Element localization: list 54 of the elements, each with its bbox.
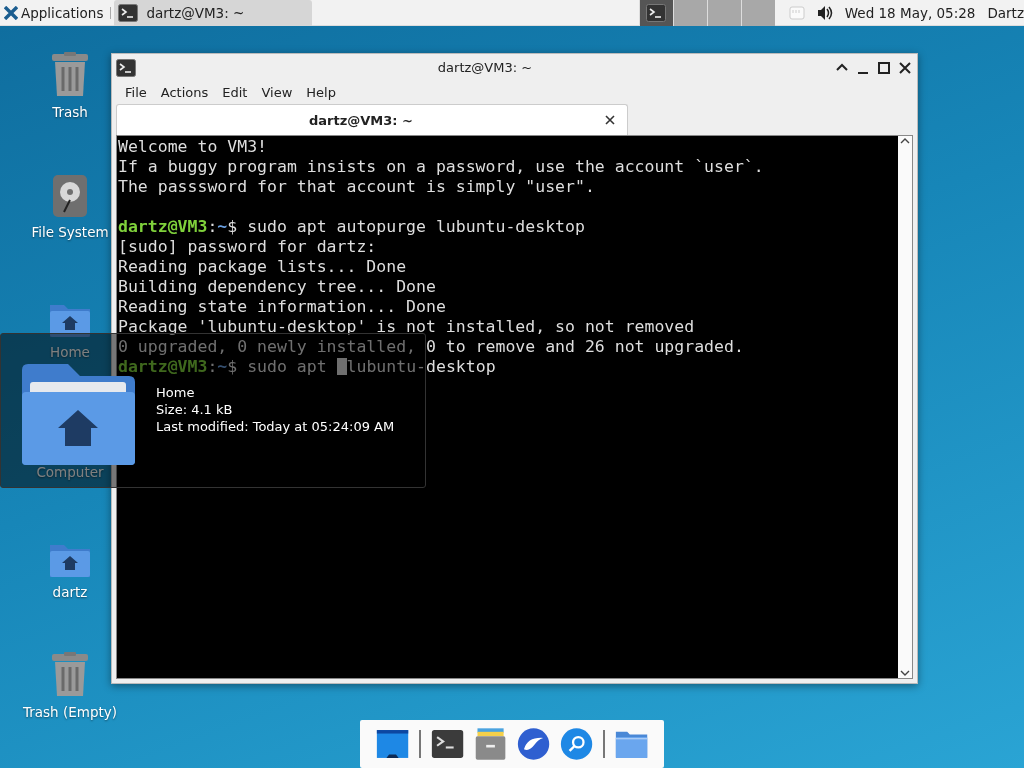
close-button[interactable] bbox=[897, 59, 913, 76]
tooltip-detail: Last modified: Today at 05:24:09 AM bbox=[156, 418, 395, 435]
app-menu-icon bbox=[4, 5, 18, 20]
volume-icon[interactable] bbox=[816, 4, 833, 21]
desktop-icon-label[interactable]: Trash (Empty) bbox=[22, 704, 117, 720]
user-name[interactable]: Dartz bbox=[987, 4, 1024, 21]
terminal-output-line: Reading state information... Done bbox=[118, 297, 447, 317]
browser-icon[interactable] bbox=[517, 725, 551, 763]
menu-item[interactable]: View bbox=[254, 84, 300, 100]
window-title: dartz@VM3: ~ bbox=[436, 60, 534, 75]
close-tab-icon[interactable] bbox=[605, 115, 615, 125]
clock[interactable]: Wed 18 May, 05:28 bbox=[844, 4, 976, 21]
menu-item[interactable]: Help bbox=[299, 84, 343, 100]
applications-menu[interactable]: Applications bbox=[0, 0, 108, 26]
command-text: sudo apt autopurge lubuntu-desktop bbox=[247, 217, 585, 236]
desktop-icon-label[interactable]: File System bbox=[31, 224, 109, 240]
file-cabinet-icon[interactable] bbox=[473, 725, 507, 763]
scroll-down-icon[interactable] bbox=[900, 668, 910, 678]
terminal-output-line: [sudo] password for dartz: bbox=[118, 237, 378, 257]
scroll-up-icon[interactable] bbox=[900, 136, 910, 146]
prompt: dartz@VM3:~$ bbox=[118, 217, 238, 236]
desktop-icon-label[interactable]: Trash bbox=[52, 104, 88, 120]
home-folder-icon bbox=[49, 302, 91, 338]
scrollbar[interactable] bbox=[898, 136, 912, 678]
trash-icon bbox=[50, 652, 90, 698]
home-folder-icon bbox=[49, 542, 91, 578]
terminal-icon[interactable] bbox=[430, 727, 464, 761]
terminal-output-line: Building dependency tree... Done bbox=[118, 277, 437, 297]
terminal-icon bbox=[116, 58, 136, 77]
tooltip-detail: Size: 4.1 kB bbox=[156, 401, 234, 418]
terminal-output-line: Package 'lubuntu-desktop' is not installed, so not removed bbox=[118, 317, 696, 337]
menu-item[interactable]: Actions bbox=[153, 84, 216, 100]
trash-icon bbox=[50, 52, 90, 98]
tooltip-title: Home bbox=[156, 384, 196, 401]
terminal-tab[interactable]: dartz@VM3: ~ bbox=[116, 104, 628, 135]
terminal-output-line: The passsword for that account is simply "user". bbox=[118, 177, 596, 197]
command-text: sudo apt bbox=[247, 357, 328, 376]
terminal-icon bbox=[646, 3, 667, 22]
terminal-output-line: 0 upgraded, 0 newly installed, 0 to remove and 26 not upgraded. bbox=[118, 337, 745, 357]
menu-item[interactable]: File bbox=[118, 84, 154, 100]
search-icon[interactable] bbox=[560, 725, 594, 763]
prompt: dartz@VM3:~$ bbox=[118, 357, 238, 376]
maximize-button[interactable] bbox=[876, 59, 892, 76]
taskbar-button[interactable]: dartz@VM3: ~ bbox=[114, 0, 313, 26]
drive-icon bbox=[52, 174, 88, 218]
terminal-output-line: Reading package lists... Done bbox=[118, 257, 408, 277]
desktop-icon-label[interactable]: dartz bbox=[52, 584, 88, 600]
workspace-button[interactable] bbox=[672, 0, 707, 26]
command-text: lubuntu-desktop bbox=[346, 357, 496, 376]
terminal-output-line: Welcome to VM3! bbox=[118, 137, 268, 157]
terminal-output-line: If a buggy program insists on a password, use the account `user`. bbox=[118, 157, 765, 177]
workspace-button[interactable] bbox=[638, 0, 673, 26]
terminal-icon bbox=[118, 3, 139, 22]
menu-item[interactable]: Edit bbox=[215, 84, 255, 100]
